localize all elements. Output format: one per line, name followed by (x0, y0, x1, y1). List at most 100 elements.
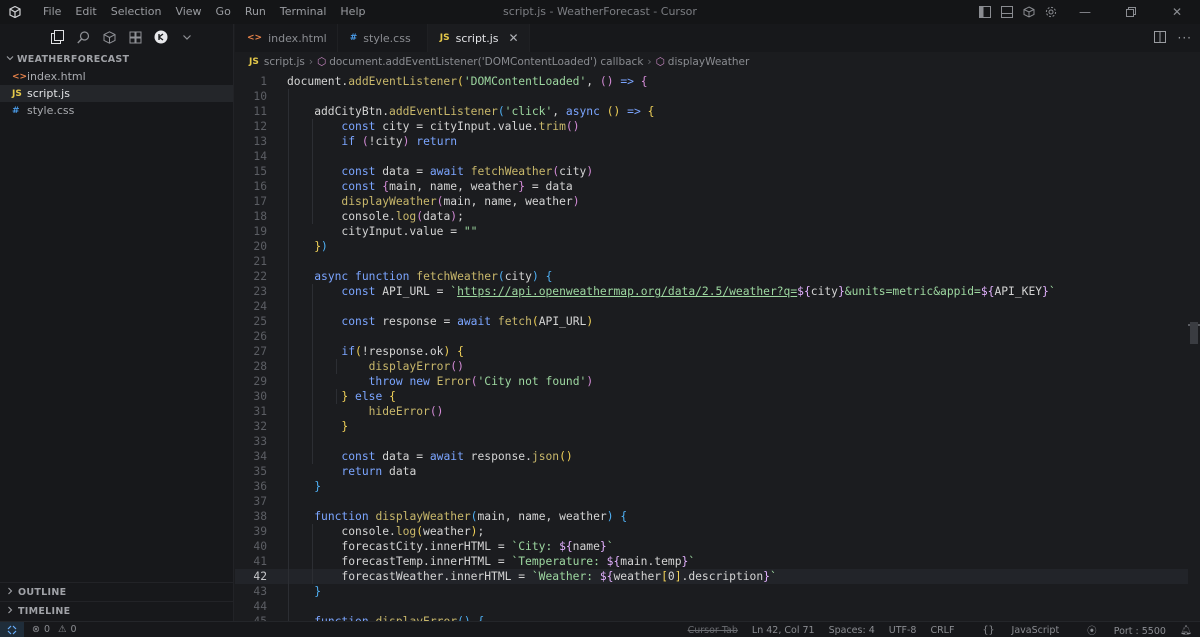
menu-view[interactable]: View (168, 0, 208, 24)
line-number: 1 (260, 75, 267, 88)
code-line[interactable]: 10 (235, 89, 1188, 104)
code-text: if(!response.ok) { (341, 345, 464, 358)
code-line[interactable]: 26 (235, 329, 1188, 344)
cube-icon[interactable] (1022, 5, 1036, 19)
code-line[interactable]: 37 (235, 494, 1188, 509)
minimize-icon[interactable]: — (1062, 0, 1108, 24)
chevron-down-icon[interactable] (174, 25, 200, 49)
code-line[interactable]: 18 console.log(data); (235, 209, 1188, 224)
code-line[interactable]: 35 return data (235, 464, 1188, 479)
code-line[interactable]: 38 function displayWeather(main, name, w… (235, 509, 1188, 524)
code-text: return data (341, 465, 417, 478)
explorer-section-header[interactable]: WEATHERFORECAST (0, 50, 233, 68)
indentation[interactable]: Spaces: 4 (829, 625, 875, 636)
menu-terminal[interactable]: Terminal (273, 0, 334, 24)
code-line[interactable]: 19 cityInput.value = "" (235, 224, 1188, 239)
restore-icon[interactable] (1108, 0, 1154, 24)
close-window-icon[interactable]: ✕ (1154, 0, 1200, 24)
code-line[interactable]: 28 displayError() (235, 359, 1188, 374)
code-line[interactable]: 36 } (235, 479, 1188, 494)
file-type-icon: JS (12, 88, 22, 99)
code-line[interactable]: 20 }) (235, 239, 1188, 254)
problems-indicator[interactable]: ⊗ 0 ⚠ 0 (32, 624, 81, 635)
code-line[interactable]: 45 function displayError() { (235, 614, 1188, 621)
scrollbar-thumb[interactable] (1190, 322, 1198, 344)
indent-guide (312, 524, 313, 584)
breadcrumb-callback[interactable]: document.addEventListener('DOMContentLoa… (329, 56, 643, 68)
code-line[interactable]: 16 const {main, name, weather} = data (235, 179, 1188, 194)
cursor-tab-status[interactable]: Cursor Tab (688, 625, 738, 636)
menu-edit[interactable]: Edit (68, 0, 103, 24)
cursor-position[interactable]: Ln 42, Col 71 (752, 625, 815, 636)
notifications-bell-icon[interactable]: 🔔︎ (1180, 625, 1192, 636)
menu-selection[interactable]: Selection (104, 0, 169, 24)
code-text: forecastTemp.innerHTML = `Temperature: $… (287, 555, 696, 568)
source-control-icon[interactable] (96, 25, 122, 49)
live-server-port[interactable]: ⦿ Port : 5500 (1073, 623, 1166, 637)
code-line[interactable]: 1 document.addEventListener('DOMContentLo… (235, 74, 1188, 89)
remote-indicator-icon[interactable] (0, 621, 24, 637)
code-line[interactable]: 14 (235, 149, 1188, 164)
timeline-section[interactable]: TIMELINE (0, 601, 233, 620)
settings-gear-icon[interactable] (1044, 5, 1058, 19)
code-line[interactable]: 15 const data = await fetchWeather(city) (235, 164, 1188, 179)
menu-go[interactable]: Go (209, 0, 238, 24)
code-line[interactable]: 39 console.log(weather); (235, 524, 1188, 539)
line-number: 31 (253, 405, 267, 418)
tab-style-css[interactable]: # style.css (338, 24, 428, 52)
menu-help[interactable]: Help (333, 0, 372, 24)
menu-run[interactable]: Run (238, 0, 273, 24)
code-line[interactable]: 12 const city = cityInput.value.trim() (235, 119, 1188, 134)
code-line[interactable]: 21 (235, 254, 1188, 269)
code-line[interactable]: 23 const API_URL = `https://api.openweat… (235, 284, 1188, 299)
code-text: console.log(data); (287, 210, 464, 223)
file-item-style-css[interactable]: # style.css (0, 102, 233, 119)
explorer-files-icon[interactable] (44, 25, 70, 49)
split-editor-icon[interactable] (1153, 30, 1166, 46)
code-line[interactable]: 33 (235, 434, 1188, 449)
code-line[interactable]: 44 (235, 599, 1188, 614)
code-line[interactable]: 29 throw new Error('City not found') (235, 374, 1188, 389)
extensions-icon[interactable] (122, 25, 148, 49)
js-file-icon: JS (249, 57, 259, 67)
account-avatar-icon[interactable] (148, 25, 174, 49)
breadcrumb: JS script.js › ⬡ document.addEventListen… (235, 52, 1200, 72)
code-line[interactable]: 24 (235, 299, 1188, 314)
code-line[interactable]: 43 } (235, 584, 1188, 599)
code-line[interactable]: 42 forecastWeather.innerHTML = `Weather:… (235, 569, 1188, 584)
close-tab-icon[interactable]: ✕ (509, 31, 519, 45)
code-line[interactable]: 41 forecastTemp.innerHTML = `Temperature… (235, 554, 1188, 569)
outline-section[interactable]: OUTLINE (0, 582, 233, 601)
code-line[interactable]: 30 } else { (235, 389, 1188, 404)
code-text: displayWeather(main, name, weather) (341, 195, 580, 208)
toggle-primary-sidebar-icon[interactable] (978, 5, 992, 19)
more-actions-icon[interactable]: ··· (1178, 31, 1192, 45)
code-editor[interactable]: 1 document.addEventListener('DOMContentLo… (235, 72, 1200, 621)
code-line[interactable]: 13 if (!city) return (235, 134, 1188, 149)
code-line[interactable]: 34 const data = await response.json() (235, 449, 1188, 464)
file-item-index-html[interactable]: <> index.html (0, 68, 233, 85)
line-number: 22 (253, 270, 267, 283)
code-text: const response = await fetch(API_URL) (341, 315, 594, 328)
tab-index-html[interactable]: <> index.html (235, 24, 338, 52)
callback-symbol-icon: ⬡ (317, 56, 327, 68)
code-line[interactable]: 32 } (235, 419, 1188, 434)
editor-scrollbar[interactable] (1188, 72, 1200, 621)
code-line[interactable]: 40 forecastCity.innerHTML = `City: ${nam… (235, 539, 1188, 554)
code-line[interactable]: 27 if(!response.ok) { (235, 344, 1188, 359)
code-line[interactable]: 22 async function fetchWeather(city) { (235, 269, 1188, 284)
encoding[interactable]: UTF-8 (889, 625, 917, 636)
code-line[interactable]: 25 const response = await fetch(API_URL) (235, 314, 1188, 329)
file-item-script-js[interactable]: JS script.js (0, 85, 233, 102)
end-of-line[interactable]: CRLF (930, 625, 954, 636)
code-line[interactable]: 17 displayWeather(main, name, weather) (235, 194, 1188, 209)
menu-file[interactable]: File (36, 0, 68, 24)
breadcrumb-symbol[interactable]: displayWeather (668, 56, 750, 68)
tab-script-js[interactable]: JS script.js ✕ (427, 24, 530, 52)
code-line[interactable]: 31 hideError() (235, 404, 1188, 419)
code-line[interactable]: 11 addCityBtn.addEventListener('click', … (235, 104, 1188, 119)
breadcrumb-file[interactable]: script.js (264, 56, 305, 68)
search-icon[interactable] (70, 25, 96, 49)
language-mode[interactable]: {} JavaScript (968, 625, 1059, 636)
toggle-panel-icon[interactable] (1000, 5, 1014, 19)
